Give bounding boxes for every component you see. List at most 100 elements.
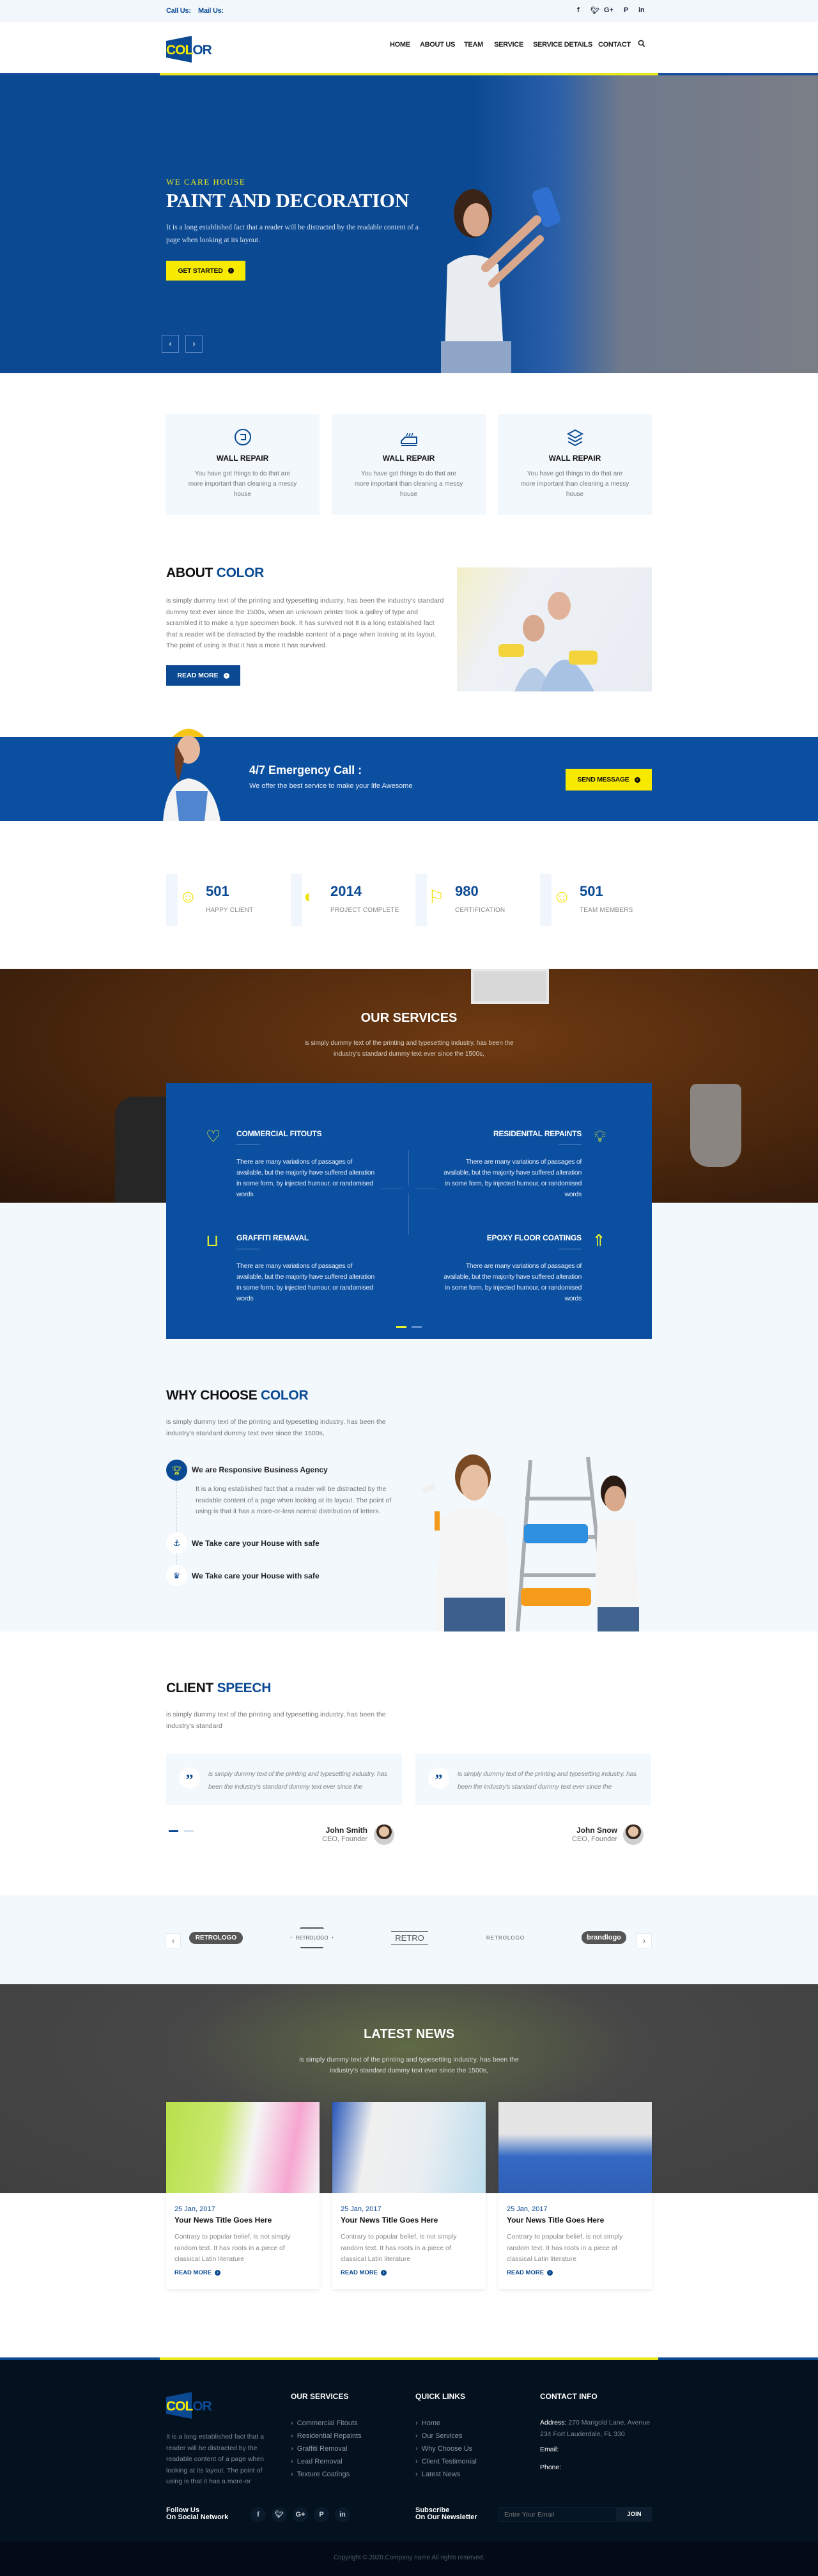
anchor-icon: ⚓︎ [166,1532,187,1554]
footer-service-link[interactable]: › Lead Removal [291,2458,343,2465]
footer-links-title: QUICK LINKS [415,2392,465,2401]
newsletter-email-input[interactable] [498,2507,617,2522]
crown-icon: ♛ [166,1565,187,1586]
search-icon[interactable] [638,40,645,49]
hero-slider: WE CARE HOUSE PAINT AND DECORATION It is… [0,73,818,373]
hero-eyebrow: WE CARE HOUSE [166,177,246,187]
slider-dot-active[interactable] [396,1326,406,1328]
happy-client-icon: ☺ [179,886,197,906]
pinterest-icon[interactable]: P [624,6,628,14]
testimonial-name: John Snow [576,1826,617,1835]
rocket-icon: ⇑ [592,1231,606,1250]
nav-contact[interactable]: CONTACT [598,41,631,49]
emergency-subtitle: We offer the best service to make your l… [249,782,413,790]
about-title: ABOUT COLOR [166,566,265,580]
footer-quick-link[interactable]: › Home [415,2419,440,2427]
testimonial-quote: is simply dummy text of the printing and… [458,1770,637,1791]
footer-quick-link[interactable]: › Latest News [415,2471,460,2478]
emergency-title: 4/7 Emergency Call : [249,764,362,776]
news-read-more-link[interactable]: READ MORE › [341,2269,387,2276]
testimonial-role: CEO, Founder [322,1835,367,1843]
testimonial-quote: is simply dummy text of the printing and… [208,1770,387,1791]
stat-team-members: ☺ 501 TEAM MEMBERS [540,874,655,926]
get-started-button[interactable]: GET STARTED › [166,261,245,281]
quote-icon: ” [179,1768,200,1789]
emergency-call-banner [0,737,818,821]
footer-service-link[interactable]: › Graffiti Removal [291,2445,347,2453]
footer-logo[interactable]: COLOR [166,2392,212,2419]
team-icon: ☺ [553,886,571,906]
facebook-icon[interactable]: f [251,2507,266,2522]
service-item[interactable]: ⊔ GRAFFITI REMAVAL There are many variati… [206,1231,378,1304]
hero-text: It is a long established fact that a rea… [166,224,419,244]
news-card[interactable]: 25 Jan, 2017 Your News Title Goes Here Con… [332,2102,486,2289]
arrow-circle-icon: › [381,2270,387,2276]
brand-logo[interactable]: RETROLOGO [283,1924,341,1952]
footer-service-link[interactable]: › Residential Repaints [291,2432,362,2440]
brand-logo[interactable]: RETROLOGO [187,1924,245,1952]
facebook-icon[interactable]: f [577,6,580,14]
news-title: Your News Title Goes Here [341,2216,438,2225]
quote-icon: ” [428,1768,449,1789]
brand-logo[interactable]: RETRO [381,1924,438,1952]
top-bar: Call Us: Mail Us: f 🐦︎ G+ P in [0,0,818,22]
paint-roller-icon [332,428,486,447]
arrow-circle-icon: › [634,776,640,783]
project-icon: ◐ [304,886,314,906]
news-card[interactable]: 25 Jan, 2017 Your News Title Goes Here Con… [498,2102,652,2289]
brand-logo[interactable]: brandlogo [575,1924,633,1952]
prev-slide-button[interactable]: ‹ [162,335,179,353]
google-plus-icon[interactable]: G+ [604,6,614,14]
footer-services-title: OUR SERVICES [291,2392,349,2401]
footer-quick-link[interactable]: › Our Services [415,2432,462,2440]
pinterest-icon[interactable]: P [314,2507,329,2522]
nav-service-details[interactable]: SERVICE DETAILS [533,41,592,49]
twitter-icon[interactable]: 🐦︎ [590,6,599,15]
slider-dot[interactable] [412,1326,422,1328]
footer-service-link[interactable]: › Commercial Fitouts [291,2419,358,2427]
follow-us-label: Follow Us On Social Network [166,2506,229,2521]
linkedin-icon[interactable]: in [638,6,645,14]
footer-service-link[interactable]: › Texture Coatings [291,2471,350,2478]
service-item[interactable]: 💡︎ RESIDENITAL REPAINTS There are many va… [429,1127,606,1200]
linkedin-icon[interactable]: in [335,2507,350,2522]
nav-home[interactable]: HOME [390,41,410,49]
brand-prev-button[interactable]: ‹ [166,1933,181,1948]
footer-quick-link[interactable]: › Why Choose Us [415,2445,472,2453]
read-more-button[interactable]: READ MORE › [166,665,240,686]
send-message-button[interactable]: SEND MESSAGE › [566,769,652,791]
testimonials-title: CLIENT SPEECH [166,1681,272,1695]
news-card[interactable]: 25 Jan, 2017 Your News Title Goes Here Con… [166,2102,320,2289]
brand-next-button[interactable]: › [637,1933,652,1948]
avatar [623,1824,644,1845]
emergency-image-worker [163,729,220,821]
service-item[interactable]: ♡ COMMERCIAL FITOUTS There are many varia… [206,1127,378,1200]
heart-pulse-icon: ♡ [206,1127,221,1146]
news-excerpt: Contrary to popular belief, is not simpl… [174,2233,291,2263]
footer-quick-link[interactable]: › Client Testimonial [415,2458,477,2465]
service-item[interactable]: ⇑ EPOXY FLOOR COATINGS There are many var… [429,1231,606,1304]
footer-address: Address: 270 Marigold Lane, Avenue 234 F… [540,2419,651,2438]
twitter-icon[interactable]: 🐦︎ [272,2507,287,2522]
nav-service[interactable]: SERVICE [494,41,523,49]
feature-text: You have got things to do that are more … [354,470,463,498]
nav-about-us[interactable]: ABOUT US [420,41,455,49]
certificate-icon: ⚐ [428,887,445,907]
nav-team[interactable]: TEAM [464,41,483,49]
footer-email-label: Email: [540,2446,559,2453]
brand-logo[interactable]: RETROLOGO [477,1924,534,1952]
why-text: is simply dummy text of the printing and… [166,1418,386,1437]
join-button[interactable]: JOIN [617,2507,652,2522]
footer-contact-title: CONTACT INFO [540,2392,598,2401]
stat-certification: ⚐ 980 CERTIFICATION [415,874,530,926]
hero-image-woman-painting [441,187,561,373]
google-plus-icon[interactable]: G+ [293,2507,308,2522]
logo[interactable]: COLOR [166,36,212,63]
news-image [332,2102,486,2193]
news-excerpt: Contrary to popular belief, is not simpl… [507,2233,623,2263]
testimonial-dot[interactable] [184,1830,194,1832]
testimonial-dot-active[interactable] [169,1830,178,1832]
news-read-more-link[interactable]: READ MORE › [174,2269,221,2276]
next-slide-button[interactable]: › [185,335,203,353]
news-read-more-link[interactable]: READ MORE › [507,2269,553,2276]
